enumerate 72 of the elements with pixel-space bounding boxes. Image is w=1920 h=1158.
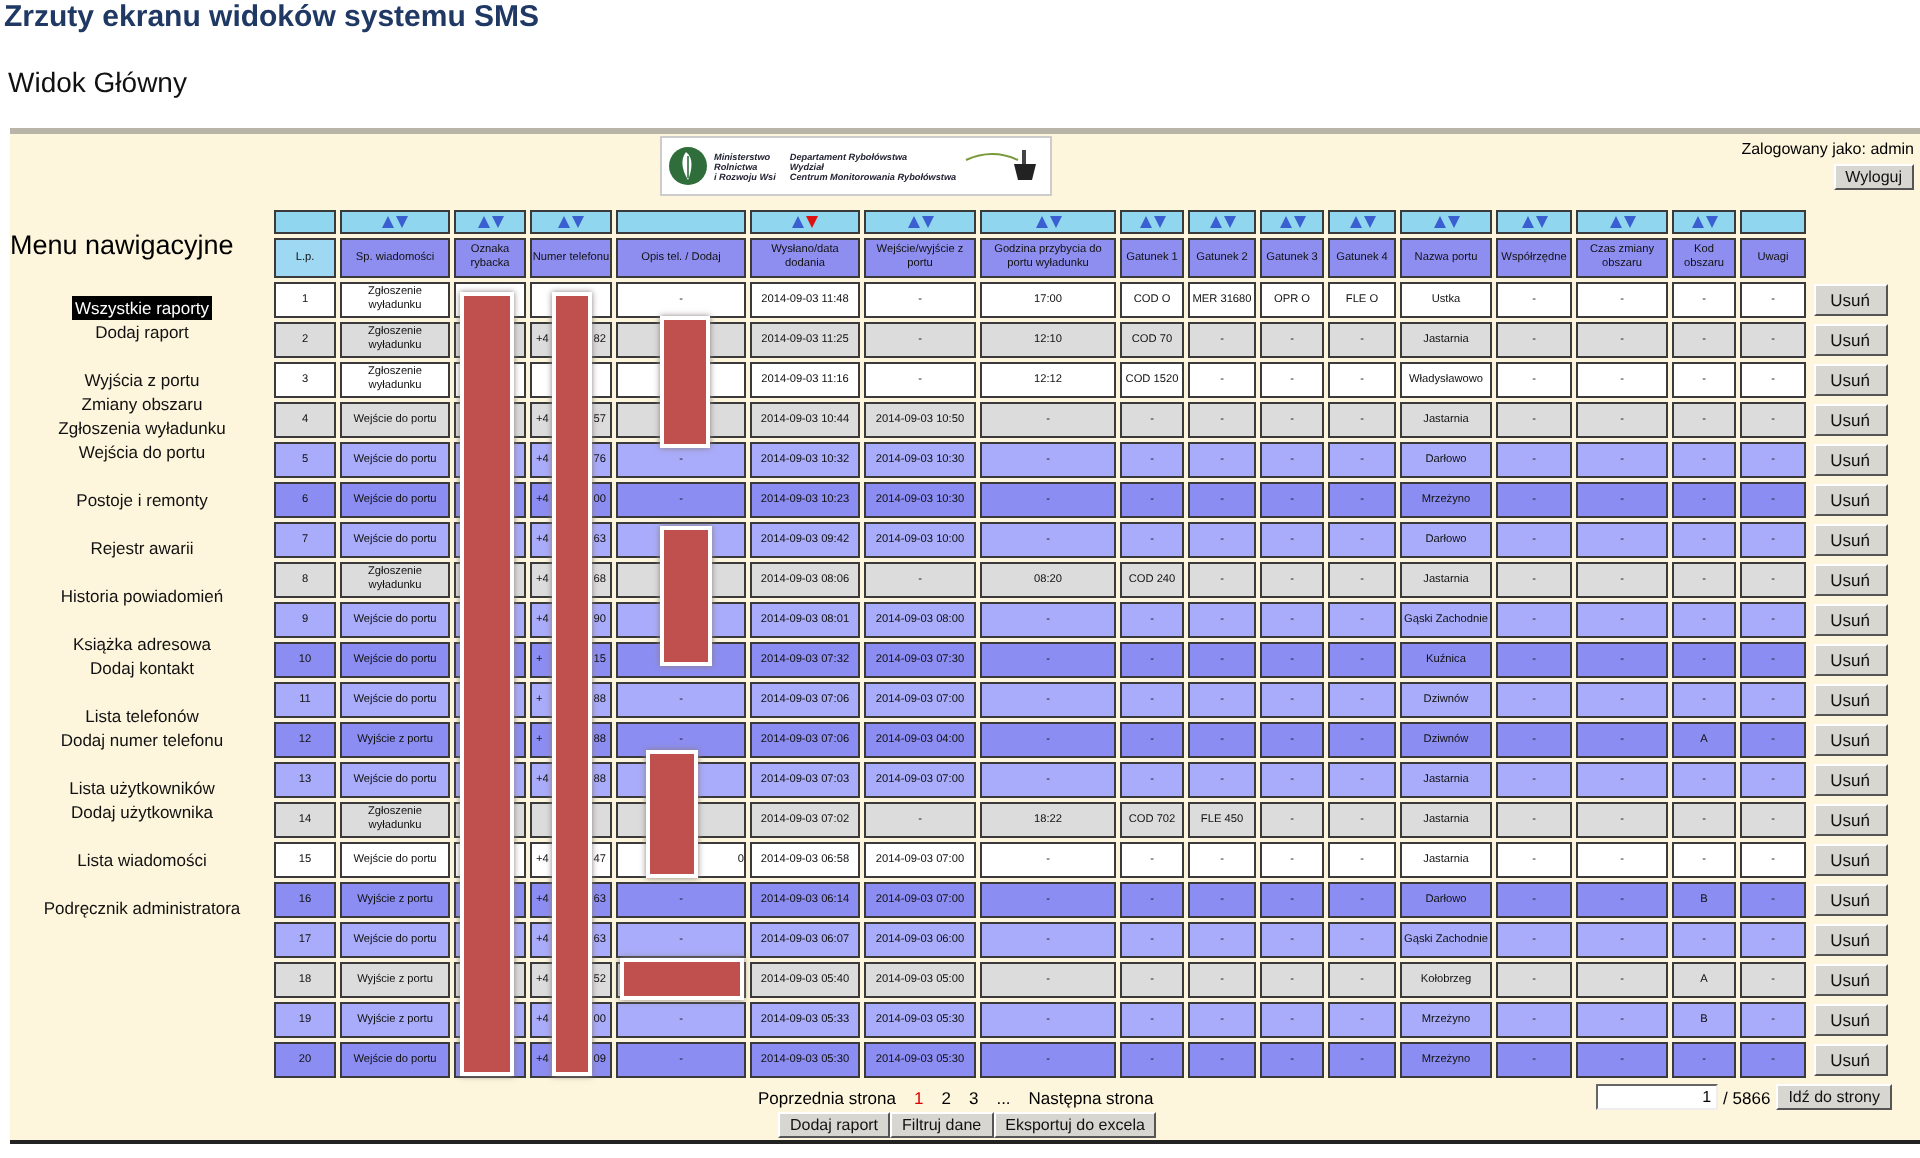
action-button[interactable]: Filtruj dane	[890, 1112, 994, 1138]
ellipsis: ...	[996, 1087, 1011, 1107]
sort-icon[interactable]	[1691, 216, 1717, 228]
delete-button[interactable]: Usuń	[1813, 1004, 1887, 1036]
delete-button[interactable]: Usuń	[1813, 564, 1887, 596]
delete-button[interactable]: Usuń	[1813, 644, 1887, 676]
menu-item[interactable]: Historia powiadomień	[58, 584, 226, 608]
menu-item[interactable]: Postoje i remonty	[74, 488, 210, 512]
delete-button[interactable]: Usuń	[1813, 924, 1887, 956]
document-subtitle: Widok Główny	[8, 66, 187, 100]
delete-button[interactable]: Usuń	[1813, 364, 1887, 396]
menu-item[interactable]: Dodaj użytkownika	[69, 800, 215, 824]
sort-icon[interactable]	[1035, 216, 1061, 228]
menu-item[interactable]: Zgłoszenia wyładunku	[56, 416, 228, 440]
sort-icon[interactable]	[1139, 216, 1165, 228]
action-button[interactable]: Eksportuj do excela	[993, 1112, 1157, 1138]
delete-button[interactable]: Usuń	[1813, 324, 1887, 356]
page-link[interactable]: 2	[941, 1087, 951, 1107]
menu-item[interactable]: Podręcznik administratora	[41, 896, 243, 920]
delete-button[interactable]: Usuń	[1813, 724, 1887, 756]
emblem-icon	[668, 146, 708, 186]
sort-icon[interactable]	[1609, 216, 1635, 228]
delete-button[interactable]: Usuń	[1813, 404, 1887, 436]
delete-button[interactable]: Usuń	[1813, 964, 1887, 996]
delete-button[interactable]: Usuń	[1813, 844, 1887, 876]
sort-icon[interactable]	[1433, 216, 1459, 228]
delete-button[interactable]: Usuń	[1813, 524, 1887, 556]
delete-button[interactable]: Usuń	[1813, 1044, 1887, 1076]
delete-button[interactable]: Usuń	[1813, 444, 1887, 476]
sort-icon[interactable]	[907, 216, 933, 228]
document-title: Zrzuty ekranu widoków systemu SMS	[4, 0, 540, 34]
go-to-page-button[interactable]: Idź do strony	[1776, 1084, 1892, 1110]
redaction-bar	[660, 526, 712, 666]
menu-item[interactable]: Książka adresowa	[71, 632, 213, 656]
menu-item[interactable]: Dodaj raport	[93, 320, 191, 344]
menu-title: Menu nawigacyjne	[10, 230, 234, 260]
menu-item[interactable]: Wyjścia z portu	[82, 368, 202, 392]
page-input[interactable]: 1	[1595, 1084, 1718, 1110]
sort-icon[interactable]	[1279, 216, 1305, 228]
delete-button[interactable]: Usuń	[1813, 764, 1887, 796]
page-link[interactable]: 3	[968, 1087, 979, 1107]
delete-button[interactable]: Usuń	[1813, 604, 1887, 636]
redaction-bar	[620, 958, 744, 1000]
delete-button[interactable]: Usuń	[1813, 484, 1887, 516]
sort-icon[interactable]	[792, 216, 818, 228]
menu-item[interactable]: Zmiany obszaru	[79, 392, 205, 416]
menu-item[interactable]: Dodaj numer telefonu	[58, 728, 226, 752]
action-button[interactable]: Dodaj raport	[778, 1112, 891, 1138]
menu-item[interactable]: Lista telefonów	[83, 704, 201, 728]
sort-icon[interactable]	[382, 216, 408, 228]
logout-button[interactable]: Wyloguj	[1833, 164, 1914, 190]
next-page-link[interactable]: Następna strona	[1028, 1087, 1154, 1107]
menu-item[interactable]: Wejścia do portu	[76, 440, 208, 464]
sort-icon[interactable]	[1209, 216, 1235, 228]
menu-item[interactable]: Lista użytkowników	[67, 776, 217, 800]
delete-button[interactable]: Usuń	[1813, 804, 1887, 836]
sort-icon[interactable]	[1521, 216, 1547, 228]
page-total: / 5866	[1723, 1087, 1771, 1107]
redaction-bar	[646, 750, 698, 878]
sort-icon[interactable]	[1349, 216, 1375, 228]
sort-icon[interactable]	[558, 216, 584, 228]
page-link[interactable]: 1	[914, 1087, 924, 1107]
logged-in-label: Zalogowany jako: admin	[1741, 140, 1914, 158]
delete-button[interactable]: Usuń	[1813, 284, 1887, 316]
menu-item[interactable]: Wszystkie raporty	[72, 296, 212, 320]
menu-item[interactable]: Rejestr awarii	[88, 536, 196, 560]
delete-button[interactable]: Usuń	[1813, 684, 1887, 716]
menu-item[interactable]: Dodaj kontakt	[88, 656, 196, 680]
menu-item[interactable]: Lista wiadomości	[75, 848, 209, 872]
sort-icon[interactable]	[477, 216, 503, 228]
previous-page-link[interactable]: Poprzednia strona	[758, 1087, 896, 1107]
delete-button[interactable]: Usuń	[1813, 884, 1887, 916]
